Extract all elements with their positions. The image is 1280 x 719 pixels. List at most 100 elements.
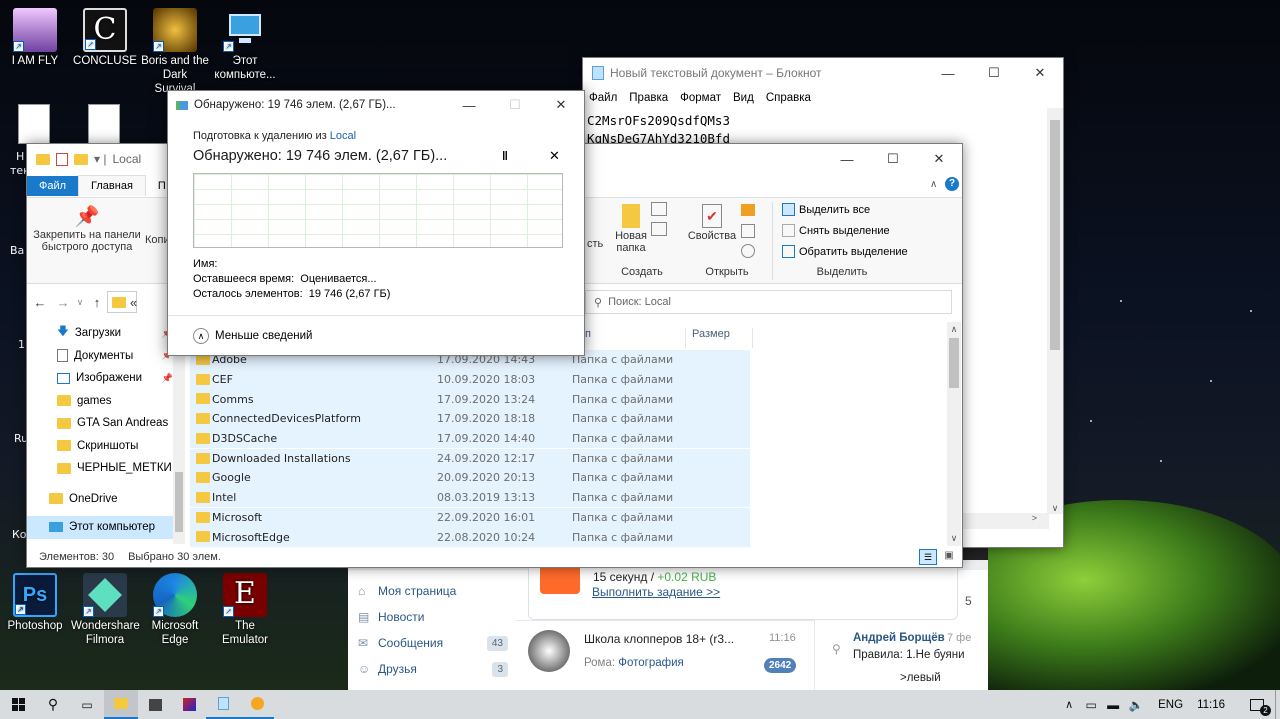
up-button[interactable]: ↑	[87, 295, 107, 310]
properties-button[interactable]: ✔ Свойства	[687, 204, 737, 242]
start-button[interactable]	[0, 690, 36, 719]
desktop-icon-emulator[interactable]: E ↗ The Emulator	[211, 573, 279, 647]
volume-icon[interactable]: 🔈	[1124, 690, 1148, 719]
desktop-icon-concluse[interactable]: C ↗ CONCLUSE	[71, 8, 139, 68]
close-button[interactable]: ✕	[1017, 58, 1063, 88]
table-row[interactable]: Comms 17.09.2020 13:24 Папка с файлами	[190, 389, 750, 409]
forward-button[interactable]: →	[53, 295, 73, 310]
shortcut-arrow-icon: ↗	[153, 606, 164, 617]
collapse-ribbon-icon[interactable]: ∧	[930, 179, 937, 190]
show-hidden-icons-button[interactable]: ∧	[1058, 690, 1080, 719]
taskbar-app[interactable]	[172, 690, 206, 719]
taskbar-explorer[interactable]	[104, 690, 138, 719]
less-details-button[interactable]: ∧ Меньше сведений	[193, 328, 312, 344]
taskbar-notepad[interactable]	[206, 690, 240, 719]
vk-menu-friends[interactable]: ☺ Друзья 3	[358, 656, 508, 682]
new-item-icon[interactable]	[651, 202, 667, 216]
nav-item-games[interactable]: games	[27, 390, 173, 413]
search-button[interactable]: ⚲	[36, 690, 70, 719]
desktop-icon-i-am-fly[interactable]: ↗ I AM FLY	[1, 8, 69, 68]
desktop-icon-partial-doc[interactable]	[88, 104, 120, 144]
desktop-icon-boris[interactable]: ↗ Boris and the Dark Survival	[141, 8, 209, 96]
help-icon[interactable]: ?	[945, 177, 959, 191]
new-folder-button[interactable]: Новая папка	[611, 204, 651, 254]
deselect-button[interactable]: Снять выделение	[782, 224, 890, 237]
vk-menu-news[interactable]: ▤ Новости	[358, 604, 508, 630]
menu-help[interactable]: Справка	[766, 92, 811, 104]
taskbar-store[interactable]	[138, 690, 172, 719]
table-row[interactable]: Intel 08.03.2019 13:13 Папка с файлами	[190, 487, 750, 508]
table-row[interactable]: ConnectedDevicesPlatform 17.09.2020 18:18…	[190, 409, 750, 429]
pin-quick-access-button[interactable]: 📌 Закрепить на панели быстрого доступа	[31, 204, 143, 253]
show-desktop-button[interactable]	[1275, 690, 1280, 719]
history-icon[interactable]	[741, 244, 755, 258]
desktop-icon-photoshop[interactable]: Ps ↗ Photoshop	[1, 573, 69, 633]
notifications-button[interactable]: 2	[1239, 690, 1275, 719]
nav-item-this-pc[interactable]: Этот компьютер	[27, 516, 173, 539]
task-link[interactable]: Выполнить задание >>	[592, 585, 720, 599]
maximize-button[interactable]: ☐	[870, 144, 916, 174]
dialog-titlebar[interactable]: Обнаружено: 19 746 элем. (2,67 ГБ)... — …	[168, 91, 584, 119]
menu-view[interactable]: Вид	[733, 92, 754, 104]
pause-button[interactable]: ǁ	[502, 149, 508, 163]
column-header-type[interactable]: п	[585, 328, 591, 340]
back-button[interactable]: ←	[27, 295, 53, 310]
menu-edit[interactable]: Правка	[629, 92, 668, 104]
table-row[interactable]: Google 20.09.2020 20:13 Папка с файлами	[190, 468, 750, 488]
table-row[interactable]: Downloaded Installations 24.09.2020 12:17…	[190, 448, 750, 469]
select-all-button[interactable]: Выделить все	[782, 203, 870, 216]
nav-item-pictures[interactable]: Изображени 📌	[27, 367, 173, 390]
open-icon[interactable]	[741, 204, 755, 216]
close-button[interactable]: ✕	[538, 90, 584, 120]
desktop-icon-this-pc[interactable]: ↗ Этот компьюте...	[211, 8, 279, 82]
vk-menu-my-page[interactable]: ⌂ Моя страница	[358, 578, 508, 604]
tab-home[interactable]: Главная	[78, 175, 146, 196]
address-bar[interactable]: «	[107, 291, 137, 313]
table-row[interactable]: MicrosoftEdge 22.08.2020 10:24 Папка с фай…	[190, 527, 750, 547]
nav-item-onedrive[interactable]: OneDrive	[27, 488, 173, 511]
vk-menu-messages[interactable]: ✉ Сообщения 43	[358, 630, 508, 656]
source-link[interactable]: Local	[330, 130, 356, 142]
table-row[interactable]: Microsoft 22.09.2020 16:01 Папка с файлами	[190, 507, 750, 528]
quick-access-properties-icon[interactable]	[56, 152, 68, 166]
details-view-button[interactable]: ☰	[919, 549, 937, 565]
taskbar-browser[interactable]	[240, 690, 274, 719]
tab-file[interactable]: Файл	[27, 175, 79, 196]
large-icons-view-button[interactable]: ▣	[940, 549, 958, 565]
nav-item-gta[interactable]: GTA San Andreas	[27, 412, 173, 435]
post-author[interactable]: Андрей Борщёв	[853, 632, 945, 644]
edit-icon[interactable]	[741, 224, 755, 238]
nav-item-screenshots[interactable]: Скриншоты	[27, 435, 173, 458]
file-list-scrollbar[interactable]: ∧ ∨	[947, 322, 961, 546]
chat-item[interactable]: Школа клопперов 18+ (r3... 11:16 Рома: Ф…	[528, 628, 808, 684]
cancel-button[interactable]: ✕	[549, 148, 560, 164]
minimize-button[interactable]: —	[925, 58, 971, 88]
easy-access-icon[interactable]	[651, 222, 667, 236]
search-box[interactable]: ⚲ Поиск: Local	[585, 290, 952, 314]
invert-selection-button[interactable]: Обратить выделение	[782, 245, 908, 258]
close-button[interactable]: ✕	[916, 144, 962, 174]
new-folder-quick-icon[interactable]	[74, 153, 88, 165]
column-header-size[interactable]: Размер	[685, 328, 753, 348]
recent-locations-button[interactable]: ∨	[73, 297, 87, 308]
nav-item-black-marks[interactable]: ЧЕРНЫЕ_МЕТКИ	[27, 457, 173, 480]
desktop-icon-edge[interactable]: ↗ Microsoft Edge	[141, 573, 209, 647]
minimize-button[interactable]: —	[824, 144, 870, 174]
task-view-button[interactable]: ▭	[70, 690, 104, 719]
nav-item-documents[interactable]: Документы📌	[27, 345, 173, 368]
menu-format[interactable]: Формат	[680, 92, 721, 104]
notepad-titlebar[interactable]: Новый текстовый документ – Блокнот — ☐ ✕	[583, 58, 1063, 88]
table-row[interactable]: CEF 10.09.2020 18:03 Папка с файлами	[190, 369, 750, 390]
language-indicator[interactable]: ENG	[1148, 699, 1193, 711]
clock[interactable]: 11:16	[1193, 699, 1239, 711]
power-icon[interactable]: ▬	[1102, 690, 1124, 719]
maximize-button[interactable]: ☐	[971, 58, 1017, 88]
desktop-icon-partial-doc[interactable]	[18, 104, 50, 144]
desktop-icon-filmora[interactable]: ↗ Wondershare Filmora	[71, 573, 140, 647]
vertical-scrollbar[interactable]: ∨	[1047, 108, 1063, 514]
minimize-button[interactable]: —	[446, 90, 492, 120]
menu-file[interactable]: Файл	[589, 92, 617, 104]
table-row[interactable]: D3DSCache 17.09.2020 14:40 Папка с файлами	[190, 428, 750, 449]
network-icon[interactable]: ▭	[1080, 690, 1102, 719]
nav-item-downloads[interactable]: 🡇Загрузки📌	[27, 322, 173, 345]
